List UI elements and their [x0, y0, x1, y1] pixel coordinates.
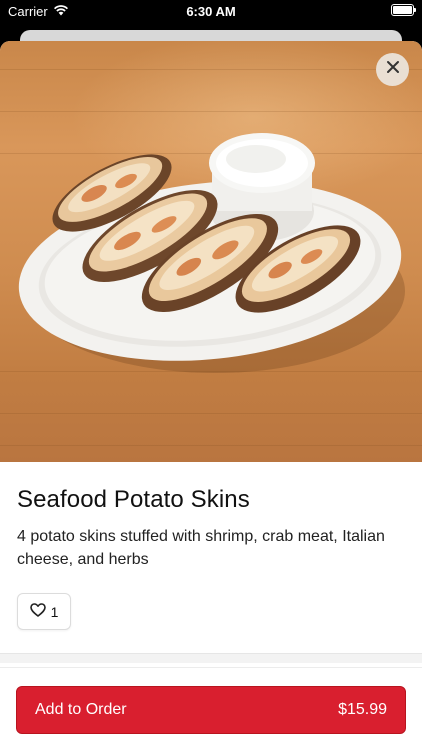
status-bar: Carrier 6:30 AM: [0, 0, 422, 24]
like-count: 1: [50, 603, 59, 620]
battery-icon: [391, 4, 416, 16]
item-detail-sheet: Seafood Potato Skins 4 potato skins stuf…: [0, 41, 422, 750]
dish-photo: [0, 41, 422, 462]
add-to-order-button[interactable]: Add to Order $15.99: [16, 686, 406, 734]
price-label: $15.99: [338, 701, 387, 718]
heart-icon: [29, 603, 46, 620]
close-button[interactable]: [376, 53, 409, 86]
close-icon: [385, 59, 401, 80]
dish-description: 4 potato skins stuffed with shrimp, crab…: [17, 528, 385, 568]
order-bar: Add to Order $15.99: [0, 667, 422, 750]
status-time: 6:30 AM: [186, 4, 236, 19]
dish-title: Seafood Potato Skins: [17, 486, 250, 513]
screen: Carrier 6:30 AM Seafood Potato Skins 4 p…: [0, 0, 422, 750]
add-to-order-label: Add to Order: [35, 701, 127, 718]
like-button[interactable]: 1: [17, 593, 71, 630]
section-divider: [0, 653, 422, 663]
